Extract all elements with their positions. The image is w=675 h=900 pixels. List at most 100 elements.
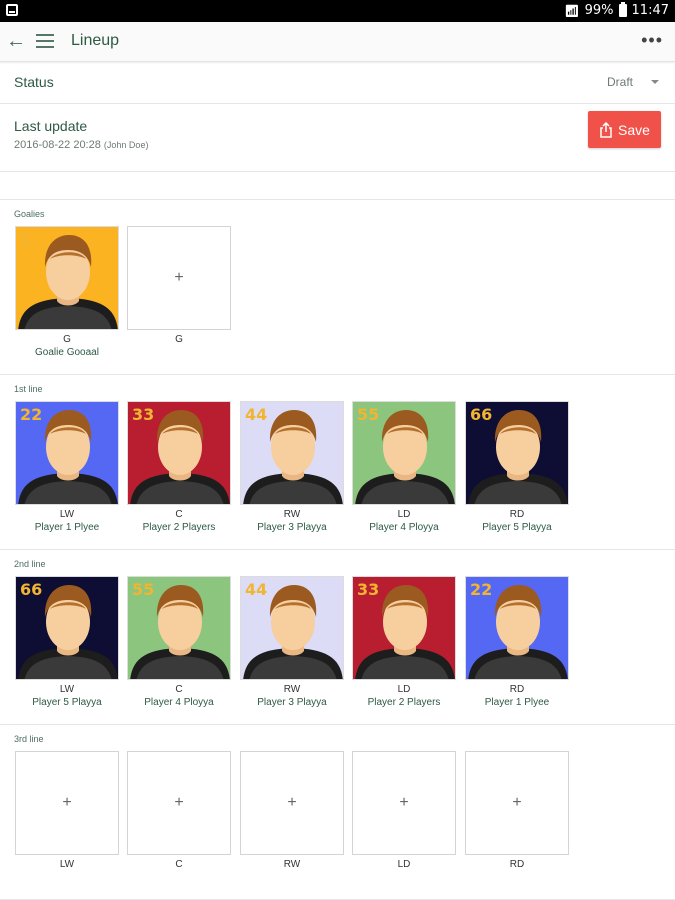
slot-position: C — [175, 859, 183, 870]
player-slot[interactable]: 33 C Player 2 Players — [127, 401, 231, 534]
share-icon — [600, 121, 612, 138]
status-label: Status — [14, 74, 54, 90]
player-tile[interactable]: 66 — [15, 576, 119, 680]
app-bar: ← Lineup ••• — [0, 22, 675, 62]
player-slot[interactable]: 55 C Player 4 Ployya — [127, 576, 231, 709]
player-slot[interactable]: 66 RD Player 5 Playya — [465, 401, 569, 534]
section-title: 1st line — [14, 384, 43, 394]
slot-position: LD — [397, 684, 411, 695]
battery-percent: 99% — [584, 3, 614, 18]
empty-slot-tile[interactable]: + — [127, 226, 231, 330]
empty-slot-tile[interactable]: + — [465, 751, 569, 855]
player-name: Player 2 Players — [367, 697, 441, 708]
empty-slot-tile[interactable]: + — [352, 751, 456, 855]
jersey-number: 55 — [132, 580, 155, 599]
player-slot[interactable]: + RW — [240, 751, 344, 871]
player-tile[interactable]: 33 — [352, 576, 456, 680]
jersey-number: 55 — [357, 405, 380, 424]
wifi-icon: 📶︎ — [564, 3, 580, 18]
player-name: Player 3 Playya — [257, 522, 327, 533]
page-title: Lineup — [71, 32, 120, 49]
player-slot[interactable]: + C — [127, 751, 231, 871]
player-slot[interactable]: + G — [127, 226, 231, 346]
player-tile[interactable]: 1 — [15, 226, 119, 330]
status-bar: 📶︎ 99% 11:47 — [0, 0, 675, 22]
add-player-icon[interactable]: + — [466, 752, 568, 854]
jersey-number: 22 — [470, 580, 493, 599]
slot-position: LD — [397, 509, 411, 520]
status-select[interactable]: Draft — [607, 75, 633, 89]
lineup-section: 2nd line 66 LW Player 5 Playya 55 C Player 4 P… — [0, 550, 675, 725]
last-update-row: Last update 2016-08-22 20:28 (John Doe) … — [0, 104, 675, 172]
player-slot[interactable]: 1 G Goalie Gooaal — [15, 226, 119, 359]
player-slot[interactable]: 33 LD Player 2 Players — [352, 576, 456, 709]
slot-position: C — [175, 684, 183, 695]
slot-position: RD — [509, 509, 525, 520]
player-slot[interactable]: + RD — [465, 751, 569, 871]
jersey-number: 66 — [470, 405, 493, 424]
chevron-down-icon[interactable] — [651, 80, 659, 84]
player-tile[interactable]: 22 — [15, 401, 119, 505]
player-name: Player 5 Playya — [32, 697, 102, 708]
slot-position: LW — [59, 859, 75, 870]
empty-slot-tile[interactable]: + — [15, 751, 119, 855]
player-slot[interactable]: 66 LW Player 5 Playya — [15, 576, 119, 709]
player-tile[interactable]: 66 — [465, 401, 569, 505]
player-tile[interactable]: 33 — [127, 401, 231, 505]
last-update-datetime: 2016-08-22 20:28 — [14, 139, 101, 151]
slot-position: G — [175, 334, 183, 345]
save-button[interactable]: Save — [588, 111, 661, 148]
arrow-left-icon[interactable]: ← — [5, 30, 27, 52]
last-update-value: 2016-08-22 20:28 (John Doe) — [14, 139, 148, 151]
player-slot[interactable]: 44 RW Player 3 Playya — [240, 401, 344, 534]
jersey-number: 33 — [132, 405, 155, 424]
player-tile[interactable]: 55 — [352, 401, 456, 505]
slot-position: RW — [283, 509, 301, 520]
empty-slot-tile[interactable]: + — [127, 751, 231, 855]
player-slot[interactable]: + LD — [352, 751, 456, 871]
player-name: Player 4 Ployya — [369, 522, 439, 533]
more-vert-icon[interactable]: ••• — [641, 30, 663, 51]
player-avatar — [16, 227, 118, 329]
status-bar-right: 📶︎ 99% 11:47 — [564, 2, 669, 18]
player-tile[interactable]: 22 — [465, 576, 569, 680]
player-slot[interactable]: 22 RD Player 1 Plyee — [465, 576, 569, 709]
player-name: Goalie Gooaal — [35, 347, 99, 358]
slot-position: RW — [283, 859, 301, 870]
slot-position: RW — [283, 684, 301, 695]
add-player-icon[interactable]: + — [353, 752, 455, 854]
status-row: Status Draft — [0, 62, 675, 104]
lineup-section: Goalies 1 G Goalie Gooaal + G — [0, 200, 675, 375]
screenshot-icon — [6, 4, 18, 16]
battery-icon — [618, 2, 627, 17]
save-button-label: Save — [618, 121, 650, 138]
add-player-icon[interactable]: + — [241, 752, 343, 854]
player-name: Player 1 Plyee — [34, 522, 100, 533]
lineup-section: 1st line 22 LW Player 1 Plyee 33 C Player 2 Pl… — [0, 375, 675, 550]
jersey-number: 1 — [20, 230, 32, 249]
jersey-number: 33 — [357, 580, 380, 599]
slot-position: C — [175, 509, 183, 520]
player-slot[interactable]: + LW — [15, 751, 119, 871]
add-player-icon[interactable]: + — [128, 752, 230, 854]
player-tile[interactable]: 55 — [127, 576, 231, 680]
slot-position: G — [63, 334, 71, 345]
empty-slot-tile[interactable]: + — [240, 751, 344, 855]
player-name: Player 5 Playya — [482, 522, 552, 533]
player-tile[interactable]: 44 — [240, 401, 344, 505]
slot-position: LD — [397, 859, 411, 870]
last-update-author: (John Doe) — [103, 140, 149, 150]
slot-position: LW — [59, 684, 75, 695]
section-title: 3rd line — [14, 734, 44, 744]
player-tile[interactable]: 44 — [240, 576, 344, 680]
section-title: Goalies — [14, 209, 45, 219]
hamburger-icon[interactable] — [36, 34, 54, 48]
add-player-icon[interactable]: + — [128, 227, 230, 329]
player-name: Player 2 Players — [142, 522, 216, 533]
jersey-number: 44 — [245, 405, 268, 424]
player-slot[interactable]: 55 LD Player 4 Ployya — [352, 401, 456, 534]
player-slot[interactable]: 22 LW Player 1 Plyee — [15, 401, 119, 534]
player-name: Player 4 Ployya — [144, 697, 214, 708]
add-player-icon[interactable]: + — [16, 752, 118, 854]
player-slot[interactable]: 44 RW Player 3 Playya — [240, 576, 344, 709]
